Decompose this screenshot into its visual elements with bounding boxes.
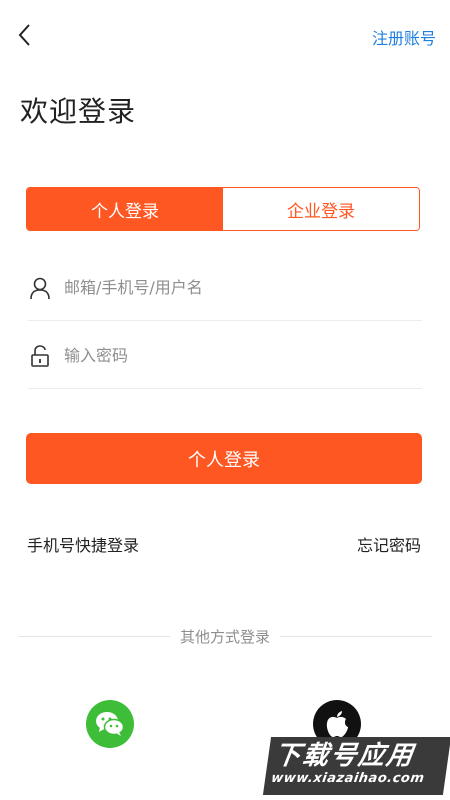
password-row [28, 323, 422, 389]
other-login-label: 其他方式登录 [0, 626, 450, 647]
username-input[interactable] [62, 277, 422, 298]
register-account-link[interactable]: 注册账号 [372, 25, 436, 49]
lock-icon [28, 344, 52, 368]
forgot-password-link[interactable]: 忘记密码 [357, 532, 421, 556]
tab-personal-login[interactable]: 个人登录 [27, 188, 223, 230]
back-button[interactable] [14, 20, 38, 50]
tab-enterprise-login[interactable]: 企业登录 [223, 188, 419, 230]
wechat-login-button[interactable] [86, 700, 134, 748]
phone-quick-login-link[interactable]: 手机号快捷登录 [27, 532, 139, 556]
page-title: 欢迎登录 [20, 95, 137, 128]
password-input[interactable] [62, 345, 422, 366]
chevron-left-icon [18, 24, 30, 46]
apple-icon [326, 711, 348, 737]
username-row [28, 255, 422, 321]
personal-login-button[interactable]: 个人登录 [26, 433, 422, 484]
user-icon [28, 276, 52, 300]
login-type-tabs: 个人登录 企业登录 [26, 187, 420, 231]
wechat-icon [96, 712, 125, 736]
watermark-logo: 下载号应用 www.xiazaihao.com [262, 737, 450, 795]
